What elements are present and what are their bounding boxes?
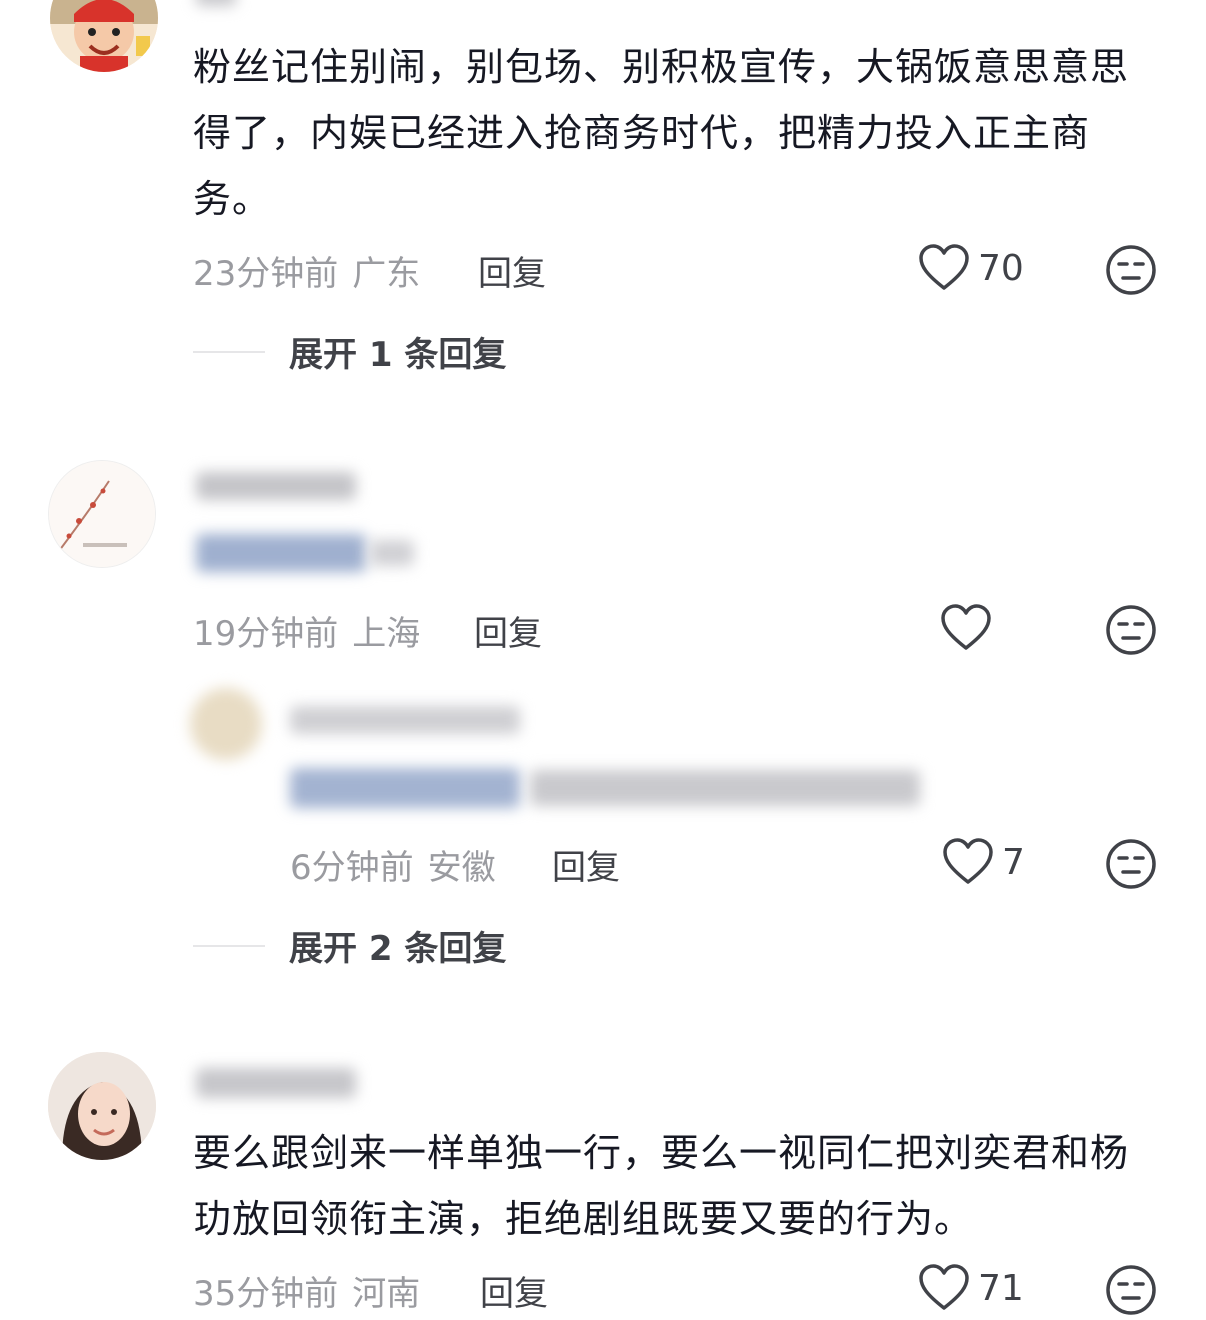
dislike-button[interactable]: [1105, 604, 1157, 660]
reply-button[interactable]: 回复: [552, 840, 620, 889]
avatar[interactable]: [48, 460, 156, 568]
divider-line: [193, 944, 265, 947]
reply-button[interactable]: 回复: [480, 1266, 548, 1315]
username-blurred[interactable]: [196, 1068, 356, 1098]
reply-time: 6分钟前: [290, 848, 414, 888]
expand-replies-label: 展开 2 条回复: [289, 929, 507, 969]
username-blurred[interactable]: [196, 0, 236, 6]
comment-meta: 23分钟前 广东: [193, 246, 420, 295]
comment-time: 23分钟前: [193, 254, 339, 294]
like-button[interactable]: 7: [942, 838, 1025, 886]
heart-outline-icon: [919, 1264, 969, 1310]
unamused-face-icon: [1106, 1265, 1156, 1315]
like-count: 70: [978, 247, 1024, 289]
heart-outline-icon: [943, 838, 993, 884]
reply-text-blurred: [530, 770, 920, 806]
unamused-face-icon: [1106, 839, 1156, 889]
like-count: 71: [978, 1267, 1024, 1309]
reply-button[interactable]: 回复: [478, 246, 546, 295]
reply-text-blurred: [290, 768, 520, 808]
unamused-face-icon: [1106, 605, 1156, 655]
avatar-plum-blossom-icon: [49, 461, 155, 567]
heart-outline-icon: [941, 604, 991, 650]
avatar-portrait-icon: [48, 1052, 156, 1160]
comment-location: 广东: [352, 254, 421, 294]
reply-button[interactable]: 回复: [474, 606, 542, 655]
heart-outline-icon: [919, 244, 969, 290]
dislike-button[interactable]: [1105, 1264, 1157, 1320]
reply-meta: 6分钟前 安徽: [290, 840, 496, 889]
username-blurred[interactable]: [196, 472, 356, 500]
comment-time: 35分钟前: [193, 1274, 339, 1314]
reply-location: 安徽: [427, 848, 496, 888]
avatar[interactable]: [48, 1052, 156, 1160]
dislike-button[interactable]: [1105, 838, 1157, 894]
avatar[interactable]: [190, 688, 262, 760]
comment-time: 19分钟前: [193, 614, 339, 654]
avatar[interactable]: [50, 0, 158, 72]
comment-text: 要么跟剑来一样单独一行，要么一视同仁把刘奕君和杨玏放回领衔主演，拒绝剧组既要又要…: [193, 1131, 1130, 1241]
like-button[interactable]: 70: [918, 244, 1024, 292]
expand-replies-label: 展开 1 条回复: [289, 335, 507, 375]
comment-text-blurred: [370, 540, 414, 566]
like-count: 7: [1002, 841, 1025, 883]
like-button[interactable]: 71: [918, 1264, 1024, 1312]
unamused-face-icon: [1106, 245, 1156, 295]
comment-location: 河南: [352, 1274, 421, 1314]
username-blurred[interactable]: [290, 706, 520, 734]
comment-meta: 35分钟前 河南: [193, 1266, 420, 1315]
dislike-button[interactable]: [1105, 244, 1157, 300]
like-button[interactable]: [940, 604, 992, 652]
avatar-fortune-god-icon: [50, 0, 158, 72]
divider-line: [193, 350, 265, 353]
expand-replies-button[interactable]: 展开 1 条回复: [193, 327, 506, 376]
expand-replies-button[interactable]: 展开 2 条回复: [193, 921, 506, 970]
comment-location: 上海: [352, 614, 421, 654]
comment-text-blurred: [196, 534, 366, 572]
comment-text: 粉丝记住别闹，别包场、别积极宣传，大锅饭意思意思得了，内娱已经进入抢商务时代，把…: [193, 45, 1130, 221]
comment-meta: 19分钟前 上海: [193, 606, 420, 655]
